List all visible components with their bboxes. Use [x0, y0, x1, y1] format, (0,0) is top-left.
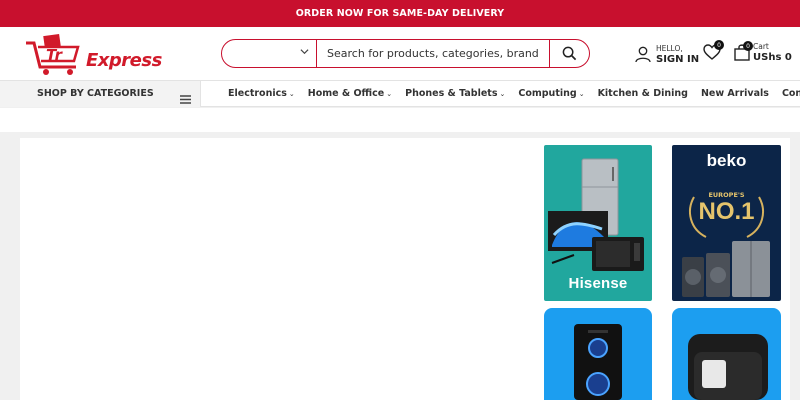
air-fryer-image: [688, 334, 768, 400]
nav-item-kitchen-dining[interactable]: Kitchen & Dining: [598, 88, 688, 99]
nav-item-home-office[interactable]: Home & Office ⌄: [308, 88, 392, 99]
nav-item-new-arrivals[interactable]: New Arrivals: [701, 88, 769, 99]
brand-name: Express: [86, 50, 162, 71]
promo-bar: ORDER NOW FOR SAME-DAY DELIVERY: [0, 0, 800, 27]
chevron-down-icon: ⌄: [288, 90, 295, 98]
nav-menu: Electronics ⌄ Home & Office ⌄ Phones & Tab…: [228, 88, 800, 99]
sub-header-strip: [0, 108, 800, 132]
chevron-down-icon: ⌄: [499, 90, 506, 98]
wishlist-count-badge: 0: [714, 40, 724, 50]
beko-headline-text: NO.1: [698, 198, 755, 225]
site-header: Tr Express HELLO, SIGN IN: [0, 27, 800, 80]
logo[interactable]: Tr Express: [24, 31, 162, 75]
wishlist-button[interactable]: 0: [703, 40, 724, 64]
nav-item-electronics[interactable]: Electronics ⌄: [228, 88, 295, 99]
search-icon: [562, 46, 577, 61]
cart-label: Cart: [753, 42, 769, 51]
nav-item-contact-us[interactable]: Contact Us: [782, 88, 800, 99]
shop-by-categories-button[interactable]: SHOP BY CATEGORIES: [0, 81, 201, 107]
search-category-select[interactable]: [222, 40, 317, 67]
chevron-down-icon: ⌄: [386, 90, 393, 98]
party-speaker-image: [574, 324, 622, 400]
chevron-down-icon: [300, 47, 309, 59]
air-fryer-banner[interactable]: [672, 308, 781, 400]
hamburger-menu-icon: [180, 89, 191, 108]
nav-item-computing[interactable]: Computing ⌄: [518, 88, 584, 99]
beko-banner[interactable]: beko EUROPE'S NO.1: [672, 145, 781, 301]
user-icon: [635, 46, 651, 62]
cart-count-badge: 0: [743, 41, 753, 51]
categories-label: SHOP BY CATEGORIES: [37, 88, 154, 99]
speaker-banner[interactable]: [544, 308, 652, 400]
account-greeting: HELLO,: [656, 44, 683, 53]
promo-text: ORDER NOW FOR SAME-DAY DELIVERY: [295, 8, 505, 19]
hisense-brand-text: Hisense: [568, 275, 628, 292]
account-link[interactable]: HELLO, SIGN IN: [635, 42, 699, 66]
hisense-banner[interactable]: Hisense: [544, 145, 652, 301]
chevron-down-icon: ⌄: [578, 90, 585, 98]
nav-item-phones-tablets[interactable]: Phones & Tablets ⌄: [405, 88, 505, 99]
sign-in-link[interactable]: SIGN IN: [656, 54, 699, 65]
search-bar: [221, 39, 590, 68]
cart-amount: UShs 0: [753, 52, 792, 63]
hisense-appliances-image: [548, 158, 644, 271]
search-button[interactable]: [549, 40, 589, 67]
cart-button[interactable]: 0 Cart UShs 0: [733, 41, 792, 63]
main-navigation: SHOP BY CATEGORIES Electronics ⌄ Home & O…: [0, 80, 800, 107]
svg-text:Tr: Tr: [46, 46, 64, 64]
search-input[interactable]: [317, 40, 549, 67]
